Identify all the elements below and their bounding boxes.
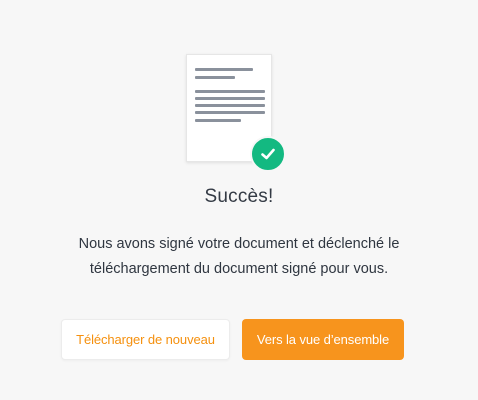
go-to-overview-button[interactable]: Vers la vue d’ensemble	[242, 319, 404, 360]
document-line	[195, 76, 235, 79]
document-line	[195, 119, 241, 122]
document-line	[195, 104, 265, 107]
document-line	[195, 90, 265, 93]
checkmark-icon	[261, 148, 275, 160]
check-circle-icon	[250, 136, 286, 172]
document-line	[195, 97, 265, 100]
download-again-button[interactable]: Télécharger de nouveau	[61, 319, 230, 360]
document-line	[195, 68, 253, 71]
success-message: Nous avons signé votre document et décle…	[78, 236, 400, 277]
success-page: Succès! Nous avons signé votre document …	[0, 0, 478, 400]
page-title: Succès!	[204, 186, 274, 207]
document-line	[195, 111, 265, 114]
